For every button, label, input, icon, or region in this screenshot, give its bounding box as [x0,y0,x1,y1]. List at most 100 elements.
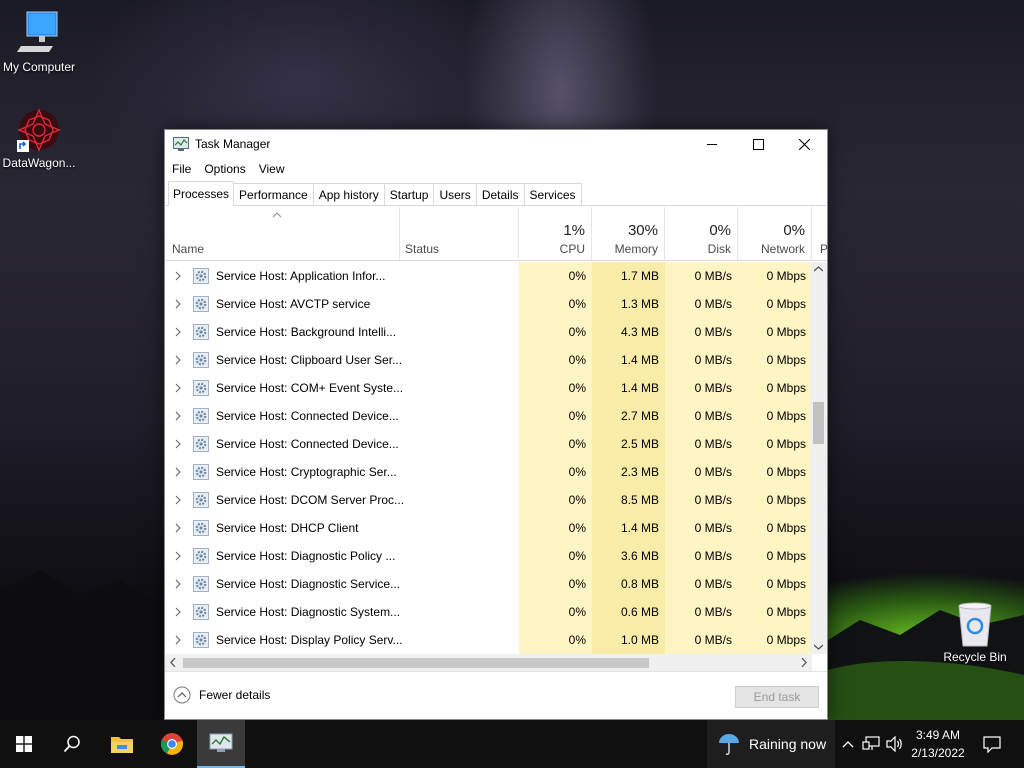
column-header-name[interactable]: Name [165,207,400,261]
tab-performance[interactable]: Performance [233,183,314,205]
minimize-button[interactable] [689,130,735,158]
vertical-scrollbar[interactable] [810,262,827,654]
chevron-right-icon[interactable] [173,411,183,421]
search-button[interactable] [48,720,96,768]
process-name: Service Host: Connected Device... [216,409,399,423]
table-row[interactable]: Service Host: Cryptographic Ser... 0% 2.3 … [165,458,812,486]
speaker-icon [886,736,902,752]
disk-cell: 0 MB/s [665,290,738,318]
tab-users[interactable]: Users [433,183,477,205]
cpu-cell: 0% [519,346,592,374]
taskbar-task-manager[interactable] [197,720,245,768]
network-cell: 0 Mbps [738,514,812,542]
network-cell: 0 Mbps [738,430,812,458]
table-row[interactable]: Service Host: Clipboard User Ser... 0% 1.4… [165,346,812,374]
show-hidden-icons-button[interactable] [838,720,858,768]
chevron-right-icon[interactable] [173,327,183,337]
horizontal-scrollbar[interactable] [165,654,812,671]
fewer-details-button[interactable]: Fewer details [173,686,270,704]
cpu-cell: 0% [519,542,592,570]
chevron-right-icon[interactable] [173,635,183,645]
status-cell [400,346,519,374]
disk-cell: 0 MB/s [665,514,738,542]
network-tray-button[interactable] [860,720,882,768]
network-cell: 0 Mbps [738,346,812,374]
tab-processes[interactable]: Processes [168,181,235,206]
service-gear-icon [193,324,209,340]
tab-app-history[interactable]: App history [312,183,385,205]
desktop-icon-recycle-bin[interactable]: Recycle Bin [934,600,1016,664]
sort-ascending-icon [273,212,281,218]
menu-options[interactable]: Options [204,162,245,176]
process-name: Service Host: COM+ Event Syste... [216,381,404,395]
chevron-right-icon[interactable] [173,523,183,533]
horizontal-scrollbar-thumb[interactable] [183,658,649,668]
chevron-right-icon[interactable] [173,355,183,365]
table-row[interactable]: Service Host: Background Intelli... 0% 4.3… [165,318,812,346]
folder-icon [111,737,133,753]
close-button[interactable] [781,130,827,158]
table-row[interactable]: Service Host: Diagnostic Service... 0% 0.8… [165,570,812,598]
chevron-right-icon[interactable] [173,467,183,477]
column-header-disk[interactable]: 0% Disk [665,207,738,261]
recycle-bin-icon [951,600,999,648]
cpu-cell: 0% [519,486,592,514]
notifications-button[interactable] [978,720,1006,768]
chevron-right-icon[interactable] [173,607,183,617]
table-row[interactable]: Service Host: Application Infor... 0% 1.7 … [165,262,812,290]
cpu-cell: 0% [519,514,592,542]
table-row[interactable]: Service Host: DCOM Server Proc... 0% 8.5 M… [165,486,812,514]
chrome-icon [160,733,183,755]
tab-services[interactable]: Services [523,183,582,205]
table-row[interactable]: Service Host: Display Policy Serv... 0% 1.… [165,626,812,654]
scroll-up-icon[interactable] [814,266,823,272]
column-header-memory[interactable]: 30% Memory [592,207,665,261]
table-row[interactable]: Service Host: Diagnostic Policy ... 0% 3.6… [165,542,812,570]
vertical-scrollbar-thumb[interactable] [813,402,824,444]
table-row[interactable]: Service Host: COM+ Event Syste... 0% 1.4 M… [165,374,812,402]
weather-widget[interactable]: Raining now [707,720,835,768]
chevron-right-icon[interactable] [173,551,183,561]
chevron-right-icon[interactable] [173,495,183,505]
start-button[interactable] [0,720,48,768]
menu-file[interactable]: File [172,162,191,176]
end-task-button[interactable]: End task [735,686,819,708]
chevron-right-icon[interactable] [173,439,183,449]
disk-cell: 0 MB/s [665,430,738,458]
chevron-right-icon[interactable] [173,579,183,589]
column-header-status[interactable]: Status [400,207,519,261]
service-gear-icon [193,296,209,312]
chevron-right-icon[interactable] [173,383,183,393]
maximize-button[interactable] [735,130,781,158]
clock-date: 2/13/2022 [911,746,965,760]
table-row[interactable]: Service Host: DHCP Client 0% 1.4 MB 0 MB/s 0… [165,514,812,542]
table-row[interactable]: Service Host: AVCTP service 0% 1.3 MB 0 MB/… [165,290,812,318]
column-header-cpu[interactable]: 1% CPU [519,207,592,261]
network-cell: 0 Mbps [738,374,812,402]
volume-tray-button[interactable] [884,720,906,768]
desktop-icon-datawagon[interactable]: DataWagon... [0,106,80,170]
scroll-left-icon[interactable] [170,658,176,667]
desktop-icon-my-computer[interactable]: My Computer [0,10,80,74]
table-row[interactable]: Service Host: Connected Device... 0% 2.7 M… [165,402,812,430]
status-cell [400,402,519,430]
memory-cell: 8.5 MB [592,486,665,514]
table-row[interactable]: Service Host: Diagnostic System... 0% 0.6 … [165,598,812,626]
title-bar[interactable]: Task Manager [165,130,827,158]
chevron-right-icon[interactable] [173,271,183,281]
tab-details[interactable]: Details [475,183,525,205]
tab-startup[interactable]: Startup [383,183,435,205]
chevron-right-icon[interactable] [173,299,183,309]
service-gear-icon [193,408,209,424]
column-header-network[interactable]: 0% Network [738,207,812,261]
menu-bar: File Options View [165,158,827,180]
column-header-power[interactable]: P [812,207,828,261]
scroll-down-icon[interactable] [814,644,823,650]
memory-cell: 1.3 MB [592,290,665,318]
taskbar-file-explorer[interactable] [98,720,146,768]
taskbar-chrome[interactable] [148,720,196,768]
clock[interactable]: 3:49 AM 2/13/2022 [905,720,971,768]
scroll-right-icon[interactable] [801,658,807,667]
menu-view[interactable]: View [259,162,285,176]
table-row[interactable]: Service Host: Connected Device... 0% 2.5 M… [165,430,812,458]
